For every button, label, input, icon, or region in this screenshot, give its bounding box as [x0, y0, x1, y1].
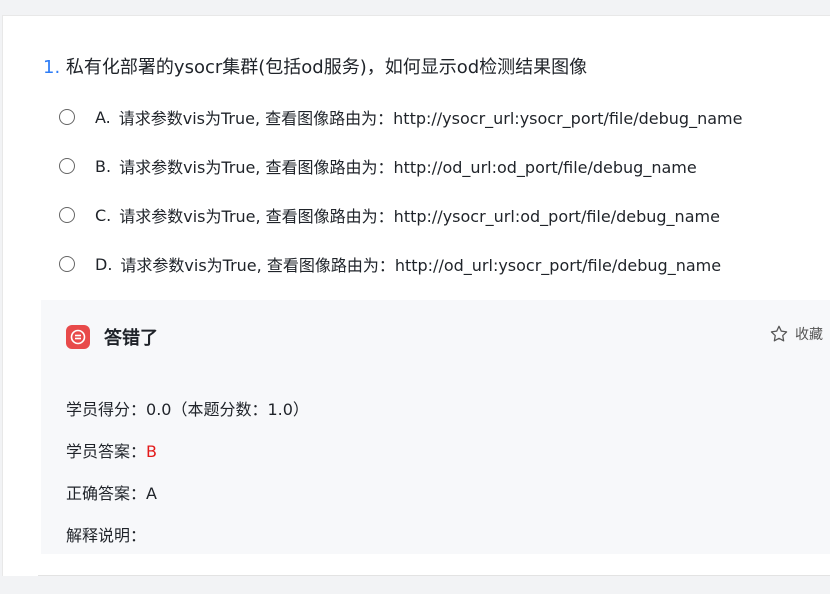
score-label: 学员得分：: [66, 400, 147, 419]
option-a[interactable]: A. 请求参数vis为True, 查看图像路由为：http://ysocr_ur…: [59, 105, 742, 129]
explanation-row: 解释说明：: [66, 522, 146, 546]
score-value: 0.0（本题分数：1.0）: [146, 400, 309, 419]
student-answer-label: 学员答案：: [66, 442, 147, 461]
student-answer-row: 学员答案：B: [66, 438, 157, 462]
student-answer-value: B: [146, 442, 157, 461]
score-row: 学员得分：0.0（本题分数：1.0）: [66, 396, 309, 420]
option-letter: A.: [95, 107, 111, 127]
answer-result-panel: 答错了 收藏 学员得分：0.0（本题分数：1.0） 学员答案：B 正确答案：A …: [41, 300, 830, 554]
favorite-label: 收藏: [795, 327, 823, 343]
radio-button[interactable]: [59, 158, 75, 174]
star-outline-icon: [770, 325, 788, 342]
option-text: 请求参数vis为True, 查看图像路由为：http://od_url:od_p…: [119, 158, 697, 177]
correct-answer-row: 正确答案：A: [66, 480, 157, 504]
option-d[interactable]: D. 请求参数vis为True, 查看图像路由为：http://od_url:y…: [59, 252, 721, 276]
result-title: 答错了: [104, 328, 158, 349]
option-text: 请求参数vis为True, 查看图像路由为：http://od_url:ysoc…: [120, 256, 722, 275]
wrong-answer-icon: [66, 325, 90, 349]
favorite-button[interactable]: 收藏: [769, 324, 823, 344]
option-c[interactable]: C. 请求参数vis为True, 查看图像路由为：http://ysocr_ur…: [59, 203, 720, 227]
question-title: 1. 私有化部署的ysocr集群(包括od服务)，如何显示od检测结果图像: [43, 56, 587, 80]
radio-button[interactable]: [59, 207, 75, 223]
option-letter: C.: [95, 205, 112, 225]
question-card: 1. 私有化部署的ysocr集群(包括od服务)，如何显示od检测结果图像 A.…: [2, 15, 830, 576]
option-letter: D.: [95, 254, 113, 274]
question-text: 私有化部署的ysocr集群(包括od服务)，如何显示od检测结果图像: [65, 57, 588, 78]
option-letter: B.: [95, 156, 112, 176]
radio-button[interactable]: [59, 109, 75, 125]
radio-button[interactable]: [59, 256, 75, 272]
result-header: 答错了: [66, 324, 158, 350]
correct-answer-value: A: [146, 484, 157, 503]
option-text: 请求参数vis为True, 查看图像路由为：http://ysocr_url:o…: [119, 207, 720, 226]
question-number: 1.: [43, 57, 61, 78]
correct-answer-label: 正确答案：: [66, 484, 147, 503]
divider: [38, 575, 830, 576]
option-text: 请求参数vis为True, 查看图像路由为：http://ysocr_url:y…: [118, 109, 743, 128]
option-b[interactable]: B. 请求参数vis为True, 查看图像路由为：http://od_url:o…: [59, 154, 697, 178]
explanation-label: 解释说明：: [66, 526, 147, 545]
